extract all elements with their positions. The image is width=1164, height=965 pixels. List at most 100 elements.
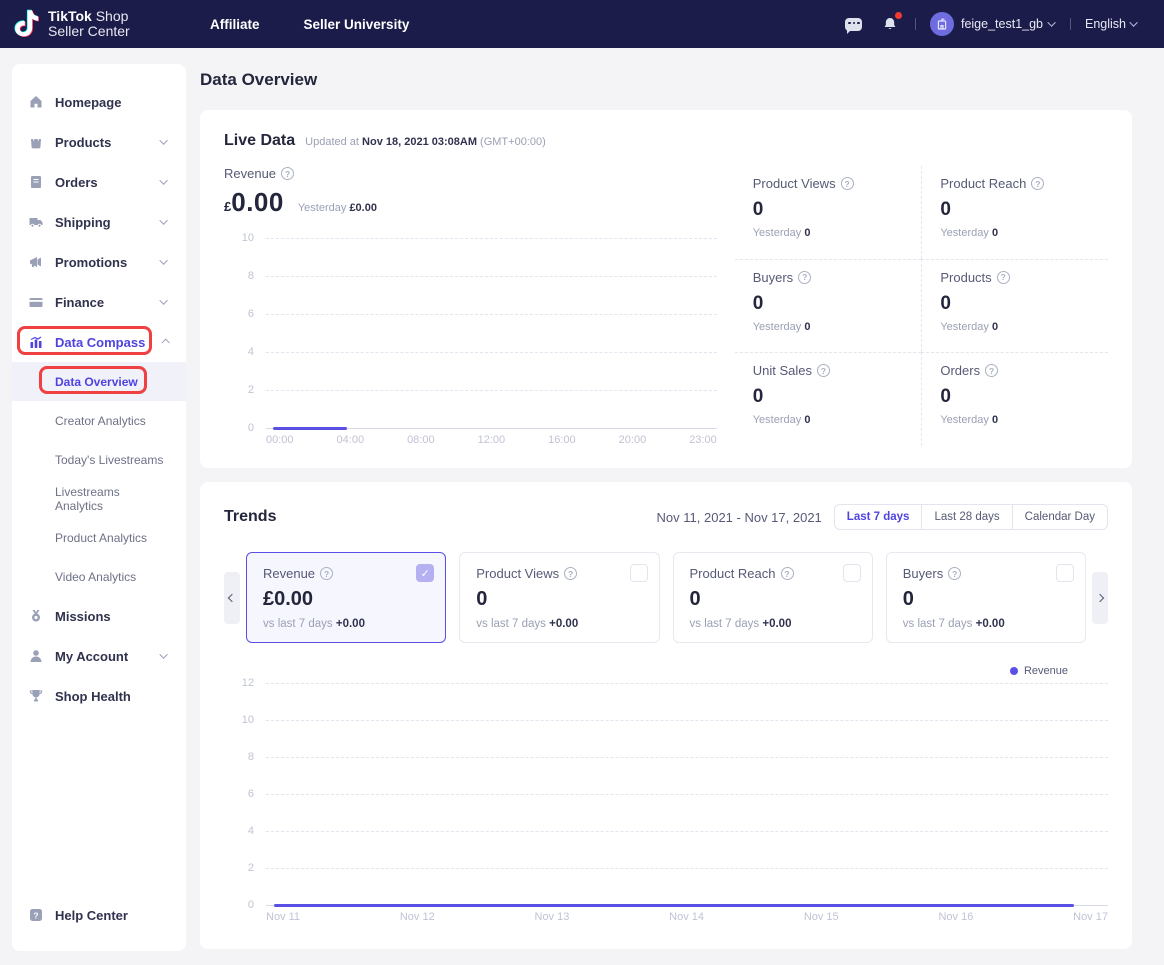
info-icon[interactable]: ? (817, 364, 830, 377)
messages-button[interactable] (843, 13, 865, 35)
info-icon[interactable]: ? (781, 567, 794, 580)
metric-card-revenue[interactable]: Revenue? £0.00 vs last 7 days +0.00 ✓ (246, 552, 446, 643)
sidebar-subitem-video-analytics[interactable]: Video Analytics (12, 557, 186, 596)
info-icon[interactable]: ? (985, 364, 998, 377)
live-stats-grid: Product Views? 0 Yesterday 0 Product Rea… (735, 166, 1108, 446)
notifications-button[interactable] (879, 13, 901, 35)
metric-card-product-views[interactable]: Product Views? 0 vs last 7 days +0.00 (459, 552, 659, 643)
brand-seller-center: Seller Center (48, 24, 130, 39)
info-icon[interactable]: ? (281, 167, 294, 180)
user-menu[interactable]: feige_test1_gb (930, 12, 1056, 36)
live-chart-x-axis: 00:0004:0008:0012:0016:0020:0023:00 (266, 434, 717, 446)
sidebar-subitem-todays-livestreams[interactable]: Today's Livestreams (12, 440, 186, 479)
info-icon[interactable]: ? (841, 177, 854, 190)
live-data-title: Live Data (224, 132, 295, 150)
sidebar-item-homepage[interactable]: Homepage (12, 82, 186, 122)
sidebar-item-promotions[interactable]: Promotions (12, 242, 186, 282)
bell-icon (883, 17, 897, 31)
sidebar-item-products[interactable]: Products (12, 122, 186, 162)
top-nav-links: Affiliate Seller University (210, 17, 409, 32)
chevron-down-icon (159, 216, 167, 224)
svg-text:?: ? (33, 910, 38, 920)
metric-cards-row: Revenue? £0.00 vs last 7 days +0.00 ✓ Pr… (224, 552, 1108, 643)
metric-checkbox[interactable] (843, 564, 861, 582)
trends-chart-x-axis: Nov 11Nov 12Nov 13Nov 14Nov 15Nov 16Nov … (266, 911, 1108, 923)
sidebar-subitem-data-overview[interactable]: Data Overview (12, 362, 186, 401)
top-navigation-bar: TikTok Shop Seller Center Affiliate Sell… (0, 0, 1164, 48)
chat-bubble-icon (845, 18, 862, 31)
info-icon[interactable]: ? (798, 271, 811, 284)
trends-title: Trends (224, 508, 276, 526)
sidebar-item-my-account[interactable]: My Account (12, 636, 186, 676)
brand-shop: Shop (96, 8, 129, 24)
sidebar-subitem-label: Data Overview (55, 375, 138, 389)
sidebar-item-data-compass[interactable]: Data Compass (12, 322, 186, 362)
sidebar-item-label: Shipping (55, 215, 151, 230)
sidebar-subitem-creator-analytics[interactable]: Creator Analytics (12, 401, 186, 440)
stat-buyers: Buyers? 0 Yesterday 0 (735, 259, 922, 353)
chart-legend: Revenue (224, 665, 1068, 677)
sidebar-item-label: Shop Health (55, 689, 170, 704)
last-7-days-button[interactable]: Last 7 days (835, 505, 922, 529)
live-data-updated: Updated at Nov 18, 2021 03:08AM (GMT+00:… (305, 136, 546, 148)
nav-affiliate[interactable]: Affiliate (210, 17, 260, 32)
sidebar-subitem-label: Today's Livestreams (55, 453, 163, 467)
revenue-label: Revenue ? (224, 166, 717, 181)
metric-checkbox[interactable]: ✓ (416, 564, 434, 582)
language-selector[interactable]: English (1085, 17, 1138, 31)
sidebar-item-shop-health[interactable]: Shop Health (12, 676, 186, 716)
sidebar-item-finance[interactable]: Finance (12, 282, 186, 322)
sidebar-subitem-label: Creator Analytics (55, 414, 146, 428)
scroll-left-button[interactable] (224, 572, 240, 624)
language-label: English (1085, 17, 1126, 31)
sidebar: Homepage Products Orders Shipping Promot… (12, 64, 186, 951)
notification-badge (895, 12, 902, 19)
metric-checkbox[interactable] (1056, 564, 1074, 582)
metric-card-product-reach[interactable]: Product Reach? 0 vs last 7 days +0.00 (673, 552, 873, 643)
main-content: Data Overview Live Data Updated at Nov 1… (200, 62, 1132, 949)
trends-chart-plot: 024681012 (266, 683, 1108, 905)
sidebar-item-label: Promotions (55, 255, 151, 270)
bar-chart-icon (28, 334, 44, 350)
info-icon[interactable]: ? (948, 567, 961, 580)
person-icon (28, 648, 44, 664)
trends-card: Trends Nov 11, 2021 - Nov 17, 2021 Last … (200, 482, 1132, 949)
sidebar-item-help-center[interactable]: ? Help Center (12, 895, 186, 935)
info-icon[interactable]: ? (997, 271, 1010, 284)
divider (1070, 18, 1071, 30)
sidebar-item-orders[interactable]: Orders (12, 162, 186, 202)
shopping-bag-icon (28, 134, 44, 150)
date-range-toggle: Last 7 days Last 28 days Calendar Day (834, 504, 1108, 530)
sidebar-item-label: Help Center (55, 908, 170, 923)
sidebar-item-shipping[interactable]: Shipping (12, 202, 186, 242)
trophy-icon (28, 688, 44, 704)
metric-card-buyers[interactable]: Buyers? 0 vs last 7 days +0.00 (886, 552, 1086, 643)
chevron-down-icon (1129, 18, 1137, 26)
sidebar-item-label: My Account (55, 649, 151, 664)
scroll-right-button[interactable] (1092, 572, 1108, 624)
chevron-down-icon (159, 136, 167, 144)
sidebar-subitem-label: Livestreams Analytics (55, 485, 170, 513)
last-28-days-button[interactable]: Last 28 days (921, 505, 1011, 529)
info-icon[interactable]: ? (1031, 177, 1044, 190)
metric-checkbox[interactable] (630, 564, 648, 582)
info-icon[interactable]: ? (564, 567, 577, 580)
calendar-day-button[interactable]: Calendar Day (1012, 505, 1107, 529)
revenue-yesterday: Yesterday £0.00 (298, 202, 377, 214)
tiktok-shop-logo[interactable]: TikTok Shop Seller Center (0, 9, 210, 39)
date-range: Nov 11, 2021 - Nov 17, 2021 (657, 510, 822, 525)
sidebar-subitem-product-analytics[interactable]: Product Analytics (12, 518, 186, 557)
sidebar-item-label: Homepage (55, 95, 170, 110)
chevron-down-icon (159, 296, 167, 304)
stat-unit-sales: Unit Sales? 0 Yesterday 0 (735, 352, 922, 446)
nav-seller-university[interactable]: Seller University (304, 17, 410, 32)
chevron-down-icon (1047, 18, 1055, 26)
chevron-down-icon (159, 650, 167, 658)
sidebar-subitem-label: Product Analytics (55, 531, 147, 545)
page-title: Data Overview (200, 70, 1132, 90)
info-icon[interactable]: ? (320, 567, 333, 580)
sidebar-subitem-livestreams-analytics[interactable]: Livestreams Analytics (12, 479, 186, 518)
chevron-right-icon (1096, 593, 1104, 601)
sidebar-item-missions[interactable]: Missions (12, 596, 186, 636)
stat-product-views: Product Views? 0 Yesterday 0 (735, 166, 922, 259)
